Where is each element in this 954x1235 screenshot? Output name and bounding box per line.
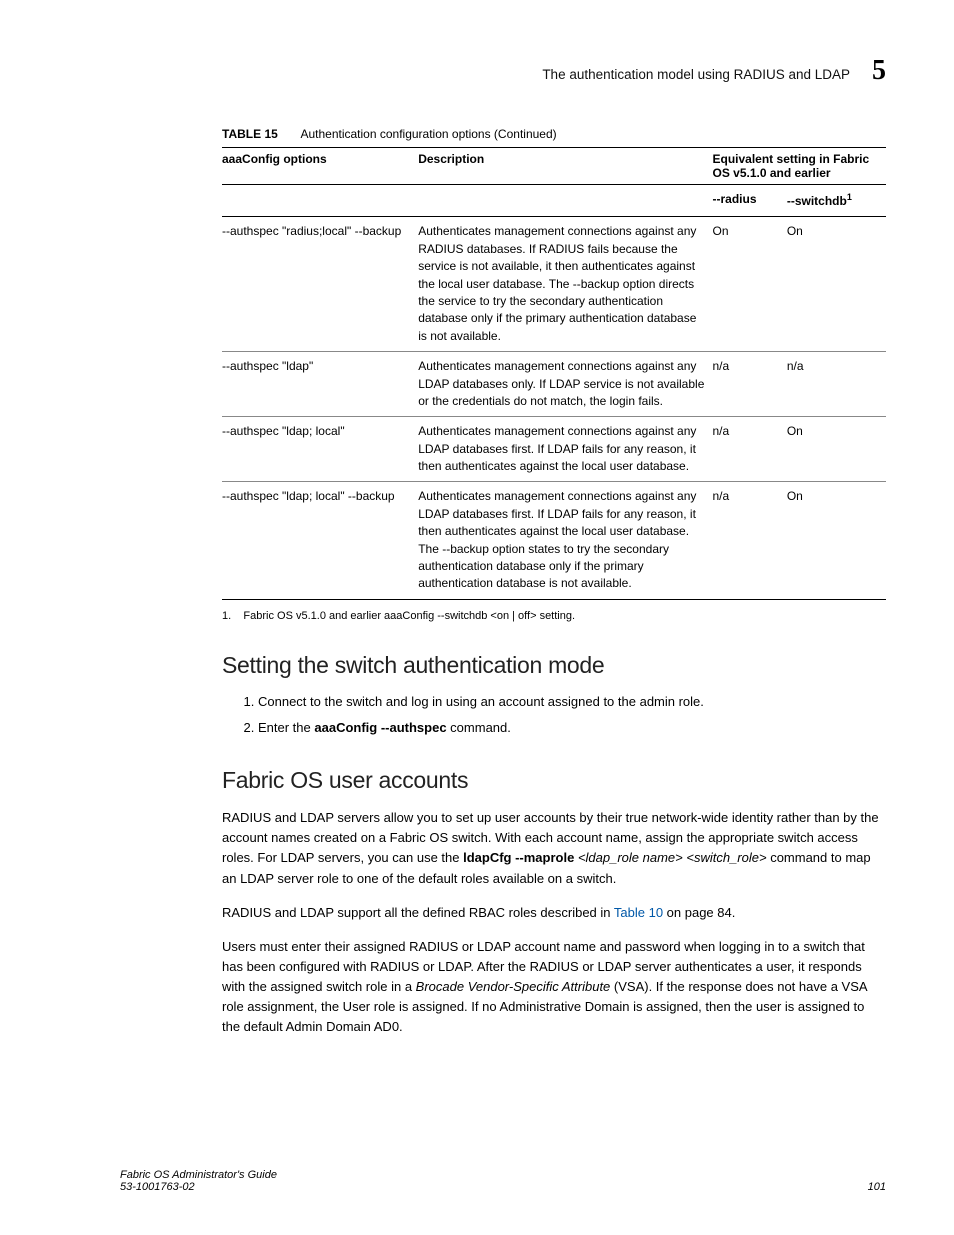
table-row: --authspec "ldap" Authenticates manageme… [222, 352, 886, 417]
p3-italic: Brocade Vendor-Specific Attribute [416, 979, 611, 994]
table-row: --authspec "ldap; local" Authenticates m… [222, 417, 886, 482]
p1-args: <ldap_role name> <switch_role> [578, 850, 767, 865]
cell-opt: --authspec "ldap; local" [222, 417, 418, 482]
table-footnote: 1. Fabric OS v5.1.0 and earlier aaaConfi… [222, 610, 886, 622]
th-description: Description [418, 148, 712, 185]
cell-switchdb: n/a [787, 352, 886, 417]
cell-radius: On [713, 217, 787, 352]
steps-list: Connect to the switch and log in using a… [222, 693, 886, 737]
step-2-post: command. [447, 720, 511, 735]
cell-desc: Authenticates management connections aga… [418, 217, 712, 352]
cell-opt: --authspec "radius;local" --backup [222, 217, 418, 352]
th-switchdb: --switchdb1 [787, 185, 886, 217]
footnote-num: 1. [222, 610, 231, 622]
cell-desc: Authenticates management connections aga… [418, 482, 712, 599]
footer-docnum: 53-1001763-02 [120, 1181, 277, 1193]
cell-radius: n/a [713, 417, 787, 482]
cell-radius: n/a [713, 352, 787, 417]
cell-radius: n/a [713, 482, 787, 599]
step-2: Enter the aaaConfig --authspec command. [258, 719, 886, 737]
th-switchdb-sup: 1 [847, 192, 852, 202]
table-row: --authspec "radius;local" --backup Authe… [222, 217, 886, 352]
cell-switchdb: On [787, 417, 886, 482]
cell-desc: Authenticates management connections aga… [418, 352, 712, 417]
page-footer: Fabric OS Administrator's Guide 53-10017… [120, 1169, 886, 1193]
table-caption: TABLE 15 Authentication configuration op… [222, 127, 886, 141]
table-row: --authspec "ldap; local" --backup Authen… [222, 482, 886, 599]
paragraph-3: Users must enter their assigned RADIUS o… [222, 937, 886, 1038]
cell-switchdb: On [787, 482, 886, 599]
step-2-pre: Enter the [258, 720, 314, 735]
th-equivalent: Equivalent setting in Fabric OS v5.1.0 a… [713, 148, 887, 185]
th-options: aaaConfig options [222, 148, 418, 185]
content-area: TABLE 15 Authentication configuration op… [120, 127, 886, 1038]
header-title: The authentication model using RADIUS an… [542, 67, 850, 82]
th-radius: --radius [713, 185, 787, 217]
cell-opt: --authspec "ldap" [222, 352, 418, 417]
p2-text-a: RADIUS and LDAP support all the defined … [222, 905, 614, 920]
page-header: The authentication model using RADIUS an… [120, 55, 886, 87]
cell-opt: --authspec "ldap; local" --backup [222, 482, 418, 599]
heading-setting-auth-mode: Setting the switch authentication mode [222, 652, 886, 679]
heading-fabric-os-accounts: Fabric OS user accounts [222, 767, 886, 794]
table-label: TABLE 15 [222, 127, 278, 141]
table-10-link[interactable]: Table 10 [614, 905, 663, 920]
step-1: Connect to the switch and log in using a… [258, 693, 886, 711]
cell-switchdb: On [787, 217, 886, 352]
auth-config-table: aaaConfig options Description Equivalent… [222, 147, 886, 600]
step-2-cmd: aaaConfig --authspec [314, 720, 446, 735]
footer-guide: Fabric OS Administrator's Guide [120, 1169, 277, 1181]
paragraph-1: RADIUS and LDAP servers allow you to set… [222, 808, 886, 889]
chapter-number: 5 [872, 55, 886, 87]
table-header-row: aaaConfig options Description Equivalent… [222, 148, 886, 185]
page: The authentication model using RADIUS an… [0, 0, 954, 1235]
table-caption-text: Authentication configuration options (Co… [300, 127, 556, 141]
table-subheader-row: --radius --switchdb1 [222, 185, 886, 217]
p1-cmd: ldapCfg --maprole [463, 850, 574, 865]
footnote-text: Fabric OS v5.1.0 and earlier aaaConfig -… [243, 610, 575, 622]
paragraph-2: RADIUS and LDAP support all the defined … [222, 903, 886, 923]
footer-left: Fabric OS Administrator's Guide 53-10017… [120, 1169, 277, 1193]
th-switchdb-text: --switchdb [787, 194, 847, 208]
cell-desc: Authenticates management connections aga… [418, 417, 712, 482]
p2-text-b: on page 84. [663, 905, 735, 920]
footer-page-number: 101 [868, 1181, 886, 1193]
